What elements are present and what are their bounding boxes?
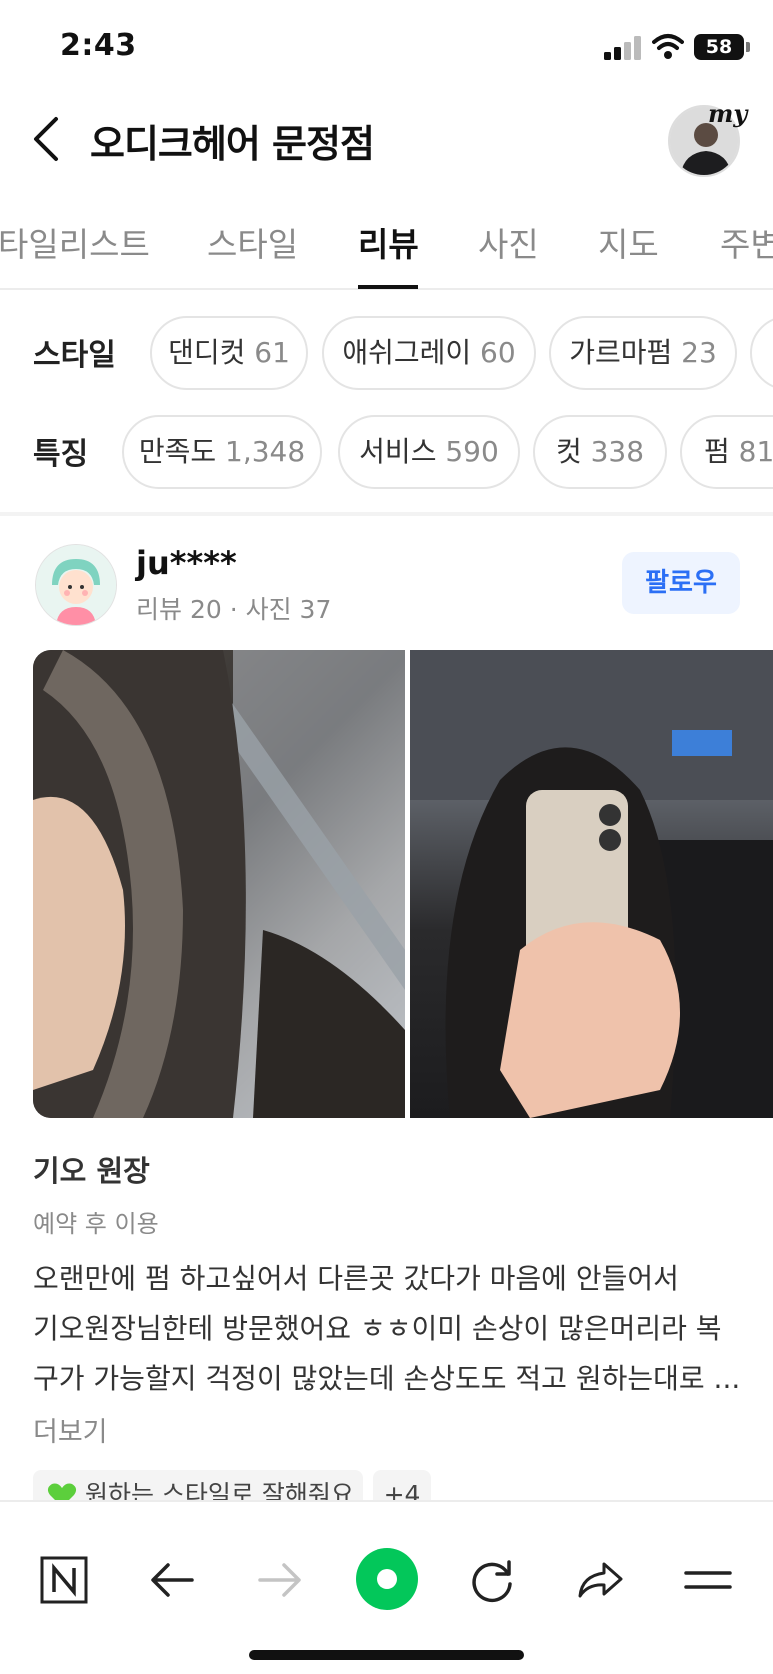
style-chip[interactable]: 가르마펌 23 [549, 316, 737, 390]
feature-chip[interactable]: 펌 81 [680, 415, 773, 489]
chip-count: 81 [738, 435, 773, 468]
reviewer-character-icon [36, 545, 116, 625]
tab-nearby[interactable]: 주변 [720, 218, 773, 266]
review-body: 오랜만에 펌 하고싶어서 다른곳 갔다가 마음에 안들어서 기오원장님한테 방문… [33, 1254, 748, 1404]
feature-chip[interactable]: 서비스 590 [338, 415, 520, 489]
style-chip[interactable]: 애쉬그레이 60 [322, 316, 536, 390]
naver-home-icon[interactable] [38, 1554, 90, 1606]
chip-count: 61 [254, 336, 290, 369]
battery-icon: 58 [694, 34, 744, 60]
forward-arrow-icon[interactable] [254, 1554, 306, 1606]
chip-name: 펌 [704, 435, 730, 468]
tab-review[interactable]: 리뷰 [358, 218, 419, 266]
refresh-icon[interactable] [466, 1554, 518, 1606]
tab-style[interactable]: 스타일 [207, 218, 298, 266]
review-line: 기오원장님한테 방문했어요 ㅎㅎ이미 손상이 많은머리라 복 [33, 1312, 722, 1345]
share-icon[interactable] [574, 1554, 626, 1606]
read-more-link[interactable]: 더보기 [33, 1410, 108, 1449]
browser-toolbar [0, 1500, 773, 1674]
chip-name: 만족도 [138, 435, 217, 468]
follow-button[interactable]: 팔로우 [622, 552, 740, 614]
style-chip[interactable]: 댄디컷 61 [150, 316, 308, 390]
style-chip-partial[interactable] [750, 316, 773, 390]
visit-type: 예약 후 이용 [33, 1210, 159, 1238]
tab-stylist[interactable]: 타일리스트 [0, 218, 150, 266]
status-time: 2:43 [60, 28, 137, 63]
chip-name: 댄디컷 [168, 336, 246, 369]
reviewer-stats: 리뷰 20 · 사진 37 [136, 595, 332, 624]
green-dot-menu-icon[interactable] [354, 1546, 420, 1612]
photo-image [33, 650, 405, 1118]
chip-count: 590 [445, 435, 499, 468]
page-header: 오디크헤어 문정점 my [0, 95, 773, 185]
wifi-icon [652, 34, 684, 59]
reviewer-name[interactable]: ju**** [136, 544, 237, 582]
chip-name: 애쉬그레이 [342, 336, 472, 369]
status-bar: 2:43 58 [0, 0, 773, 95]
style-row-label: 스타일 [33, 338, 116, 373]
tab-map[interactable]: 지도 [598, 218, 659, 266]
chip-name: 컷 [555, 435, 582, 468]
chip-count: 60 [480, 336, 516, 369]
feature-chip[interactable]: 만족도 1,348 [122, 415, 322, 489]
review-line: 오랜만에 펌 하고싶어서 다른곳 갔다가 마음에 안들어서 [33, 1262, 679, 1295]
section-divider [0, 512, 773, 516]
chip-count: 23 [681, 336, 717, 369]
chip-count: 338 [590, 435, 645, 468]
photo-image [410, 650, 773, 1118]
review-photo[interactable] [410, 650, 773, 1118]
review-photo[interactable] [33, 650, 405, 1118]
home-indicator [249, 1650, 524, 1660]
tab-photo[interactable]: 사진 [478, 218, 539, 266]
chip-name: 가르마펌 [569, 336, 673, 369]
page-title: 오디크헤어 문정점 [90, 122, 375, 166]
chip-count: 1,348 [225, 435, 306, 468]
hamburger-menu-icon[interactable] [682, 1554, 734, 1606]
feature-filter-row: 특징 만족도 1,348 서비스 590 컷 338 펌 81 [0, 415, 773, 489]
my-label: my [708, 99, 748, 128]
cellular-signal-icon [604, 36, 641, 60]
chip-name: 서비스 [359, 435, 437, 468]
style-filter-row: 스타일 댄디컷 61 애쉬그레이 60 가르마펌 23 [0, 316, 773, 390]
feature-chip[interactable]: 컷 338 [533, 415, 667, 489]
feature-row-label: 특징 [33, 437, 89, 472]
back-arrow-icon[interactable] [146, 1554, 198, 1606]
battery-tip [746, 42, 750, 52]
back-arrow-icon[interactable] [30, 115, 64, 163]
reviewer-avatar[interactable] [36, 545, 116, 625]
review-line: 구가 가능할지 걱정이 많았는데 손상도도 적고 원하는대로 ... [33, 1362, 741, 1395]
tab-bar: 타일리스트 스타일 리뷰 사진 지도 주변 [0, 208, 773, 290]
stylist-name[interactable]: 기오 원장 [33, 1148, 150, 1190]
active-tab-indicator [358, 285, 418, 289]
